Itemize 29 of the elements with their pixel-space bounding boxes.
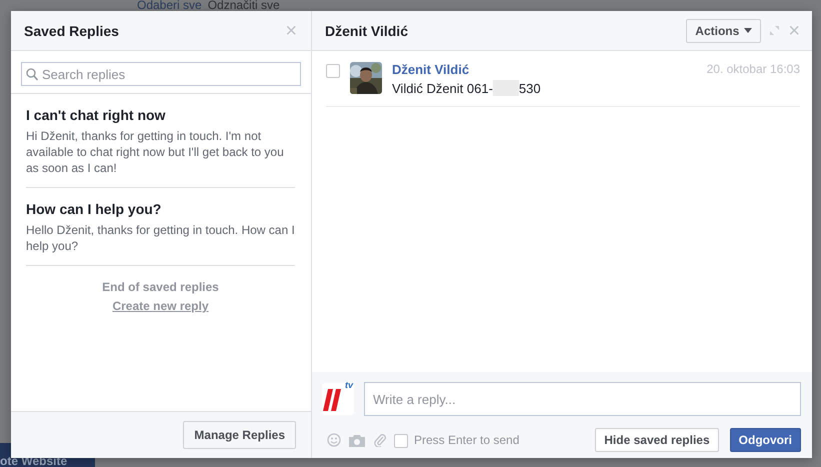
reply-text: Hi Dženit, thanks for getting in touch. I'm not available to chat right now but I'll get back to you as soon as I can! [26, 128, 285, 176]
manage-replies-button[interactable]: Manage Replies [183, 421, 296, 449]
checkbox[interactable] [394, 434, 408, 448]
checkbox[interactable] [326, 64, 340, 78]
paperclip-icon[interactable] [373, 433, 386, 447]
reply-title[interactable]: How can I help you? [26, 201, 295, 217]
search-icon [26, 68, 38, 81]
sender-name[interactable]: Dženit Vildić [392, 62, 470, 77]
hide-saved-replies-button[interactable]: Hide saved replies [595, 428, 719, 452]
search-field[interactable]: Search replies [21, 62, 301, 86]
reply-field[interactable]: Write a reply... [364, 382, 801, 416]
message-time: 20. oktobar 16:03 [706, 62, 800, 77]
send-button[interactable]: Odgovori [730, 428, 801, 452]
camera-icon[interactable] [349, 434, 365, 446]
actions-button[interactable]: Actions [686, 18, 762, 42]
create-reply-link[interactable]: Create new reply [112, 299, 209, 313]
end-note: End of saved replies [101, 280, 220, 294]
logo-text: tv [344, 380, 353, 390]
reply-title[interactable]: I can't chat right now [26, 107, 295, 123]
caret-icon [744, 28, 752, 33]
message-text: 530 [518, 80, 541, 96]
reply-text: Hello Dženit, thanks for getting in touch. How can I help you? [26, 222, 295, 254]
conversation-title: Dženit Vildić [325, 22, 409, 38]
checkbox-label: Press Enter to send [414, 433, 520, 447]
panel-title: Saved Replies [24, 22, 119, 38]
message-text: Vildić Dženit 061- [392, 80, 493, 96]
expand-icon[interactable] [769, 25, 780, 36]
deselect-all-link[interactable]: Odznačiti sve [208, 0, 280, 11]
smiley-icon[interactable] [327, 433, 341, 447]
